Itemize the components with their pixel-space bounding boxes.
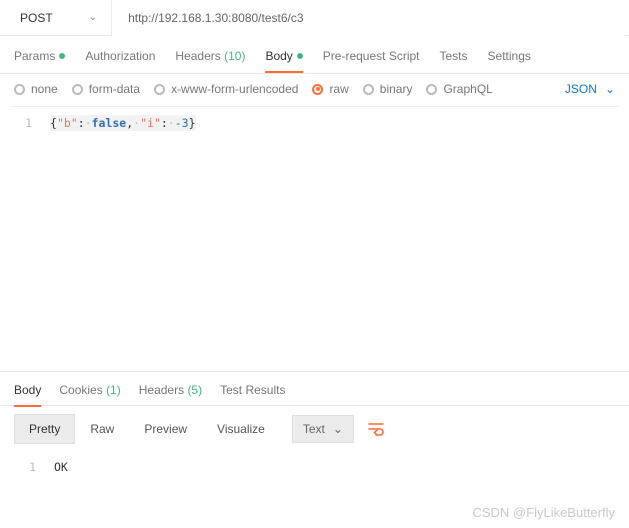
- radio-icon: [154, 84, 165, 95]
- view-raw-button[interactable]: Raw: [75, 414, 129, 444]
- response-body[interactable]: 1 OK: [0, 450, 629, 484]
- radio-icon: [312, 84, 323, 95]
- request-bar: POST ⌄: [0, 0, 629, 36]
- tab-count: (10): [224, 49, 245, 63]
- response-text: OK: [54, 460, 68, 474]
- body-type-graphql[interactable]: GraphQL: [426, 82, 492, 96]
- tab-count: (1): [106, 383, 121, 397]
- code-content[interactable]: {"b":·false,·"i":·-3}: [50, 115, 196, 131]
- chevron-down-icon: ⌄: [605, 82, 615, 96]
- http-method-value: POST: [20, 11, 53, 25]
- chevron-down-icon: ⌄: [333, 422, 343, 436]
- tab-body[interactable]: Body: [265, 38, 302, 72]
- body-type-row: none form-data x-www-form-urlencoded raw…: [0, 74, 629, 106]
- dot-indicator-icon: [59, 53, 65, 59]
- request-body-editor[interactable]: 1 {"b":·false,·"i":·-3}: [0, 107, 629, 372]
- format-value: JSON: [565, 82, 597, 96]
- radio-icon: [426, 84, 437, 95]
- view-preview-button[interactable]: Preview: [129, 414, 202, 444]
- tab-settings[interactable]: Settings: [488, 38, 531, 72]
- tab-authorization[interactable]: Authorization: [85, 38, 155, 72]
- tab-count: (5): [187, 383, 202, 397]
- tab-headers[interactable]: Headers (10): [175, 38, 245, 72]
- tab-params[interactable]: Params: [14, 38, 65, 72]
- body-type-form-data[interactable]: form-data: [72, 82, 140, 96]
- response-format-select[interactable]: Text ⌄: [292, 415, 354, 443]
- line-wrap-icon[interactable]: [368, 422, 384, 436]
- response-tabs: Body Cookies (1) Headers (5) Test Result…: [0, 372, 629, 406]
- resp-tab-body[interactable]: Body: [14, 372, 41, 406]
- tab-label: Body: [265, 49, 292, 63]
- chevron-down-icon: ⌄: [89, 12, 97, 23]
- tab-label: Params: [14, 49, 55, 63]
- raw-format-select[interactable]: JSON ⌄: [565, 82, 615, 96]
- tab-prerequest[interactable]: Pre-request Script: [323, 38, 420, 72]
- line-number: 1: [10, 116, 32, 130]
- watermark: CSDN @FlyLikeButterfly: [472, 505, 615, 520]
- resp-tab-headers[interactable]: Headers (5): [139, 372, 202, 406]
- view-visualize-button[interactable]: Visualize: [202, 414, 280, 444]
- line-number: 1: [14, 460, 36, 474]
- tab-tests[interactable]: Tests: [440, 38, 468, 72]
- body-type-binary[interactable]: binary: [363, 82, 413, 96]
- radio-icon: [72, 84, 83, 95]
- radio-icon: [14, 84, 25, 95]
- dot-indicator-icon: [297, 53, 303, 59]
- resp-tab-test-results[interactable]: Test Results: [220, 372, 285, 406]
- body-type-raw[interactable]: raw: [312, 82, 348, 96]
- format-value: Text: [303, 422, 325, 436]
- tab-label: Headers: [139, 383, 184, 397]
- body-type-x-www-form-urlencoded[interactable]: x-www-form-urlencoded: [154, 82, 298, 96]
- tab-label: Cookies: [59, 383, 102, 397]
- http-method-select[interactable]: POST ⌄: [4, 0, 112, 36]
- response-toolbar: Pretty Raw Preview Visualize Text ⌄: [0, 406, 629, 450]
- tab-label: Headers: [175, 49, 220, 63]
- body-type-none[interactable]: none: [14, 82, 58, 96]
- url-input[interactable]: [112, 0, 625, 36]
- editor-line: 1 {"b":·false,·"i":·-3}: [10, 115, 619, 131]
- radio-icon: [363, 84, 374, 95]
- response-line: 1 OK: [14, 460, 615, 474]
- view-pretty-button[interactable]: Pretty: [14, 414, 75, 444]
- resp-tab-cookies[interactable]: Cookies (1): [59, 372, 120, 406]
- request-tabs: Params Authorization Headers (10) Body P…: [0, 36, 629, 74]
